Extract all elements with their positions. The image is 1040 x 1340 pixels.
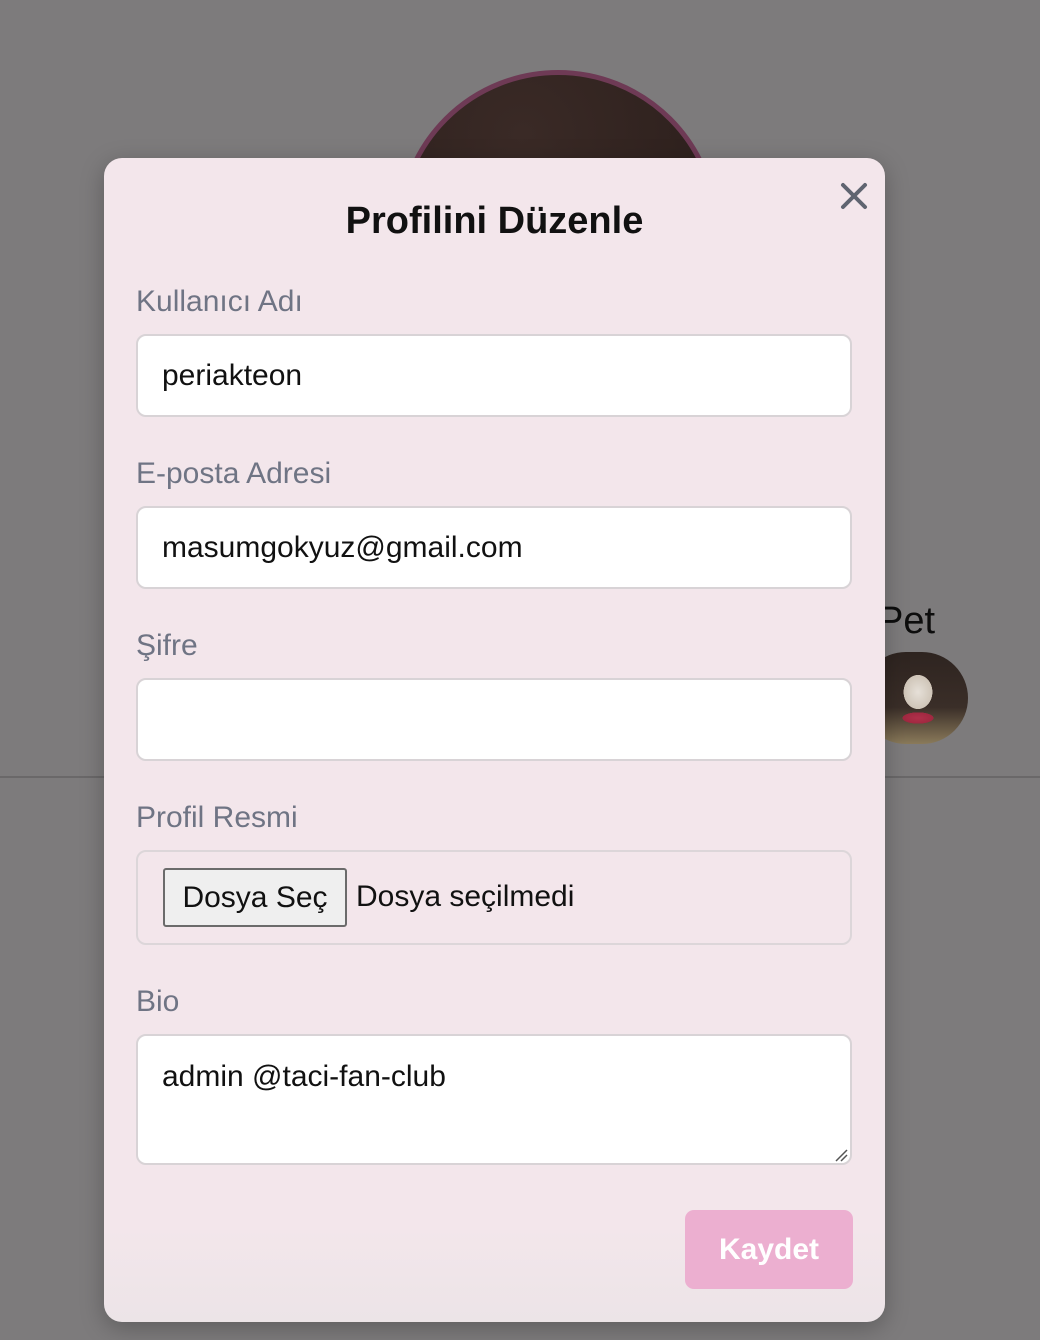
username-input[interactable] bbox=[136, 334, 852, 417]
avatar-file-input[interactable]: Dosya Seç Dosya seçilmedi bbox=[136, 850, 852, 945]
password-label: Şifre bbox=[136, 629, 198, 662]
bio-textarea[interactable]: admin @taci-fan-club bbox=[136, 1034, 852, 1165]
password-input[interactable] bbox=[136, 678, 852, 761]
email-label: E-posta Adresi bbox=[136, 457, 332, 490]
resize-handle-icon[interactable] bbox=[834, 1148, 848, 1162]
close-icon[interactable] bbox=[838, 180, 870, 212]
modal-title: Profilini Düzenle bbox=[345, 200, 644, 242]
avatar-label: Profil Resmi bbox=[136, 801, 298, 834]
save-button[interactable]: Kaydet bbox=[685, 1210, 853, 1289]
email-input[interactable] bbox=[136, 506, 852, 589]
file-status-text: Dosya seçilmedi bbox=[356, 880, 575, 913]
background-profile-name: Pet bbox=[878, 600, 936, 642]
choose-file-button[interactable]: Dosya Seç bbox=[163, 868, 347, 927]
username-label: Kullanıcı Adı bbox=[136, 285, 303, 318]
edit-profile-modal: Profilini Düzenle Kullanıcı Adı E-posta … bbox=[104, 158, 885, 1322]
bio-label: Bio bbox=[136, 985, 180, 1018]
